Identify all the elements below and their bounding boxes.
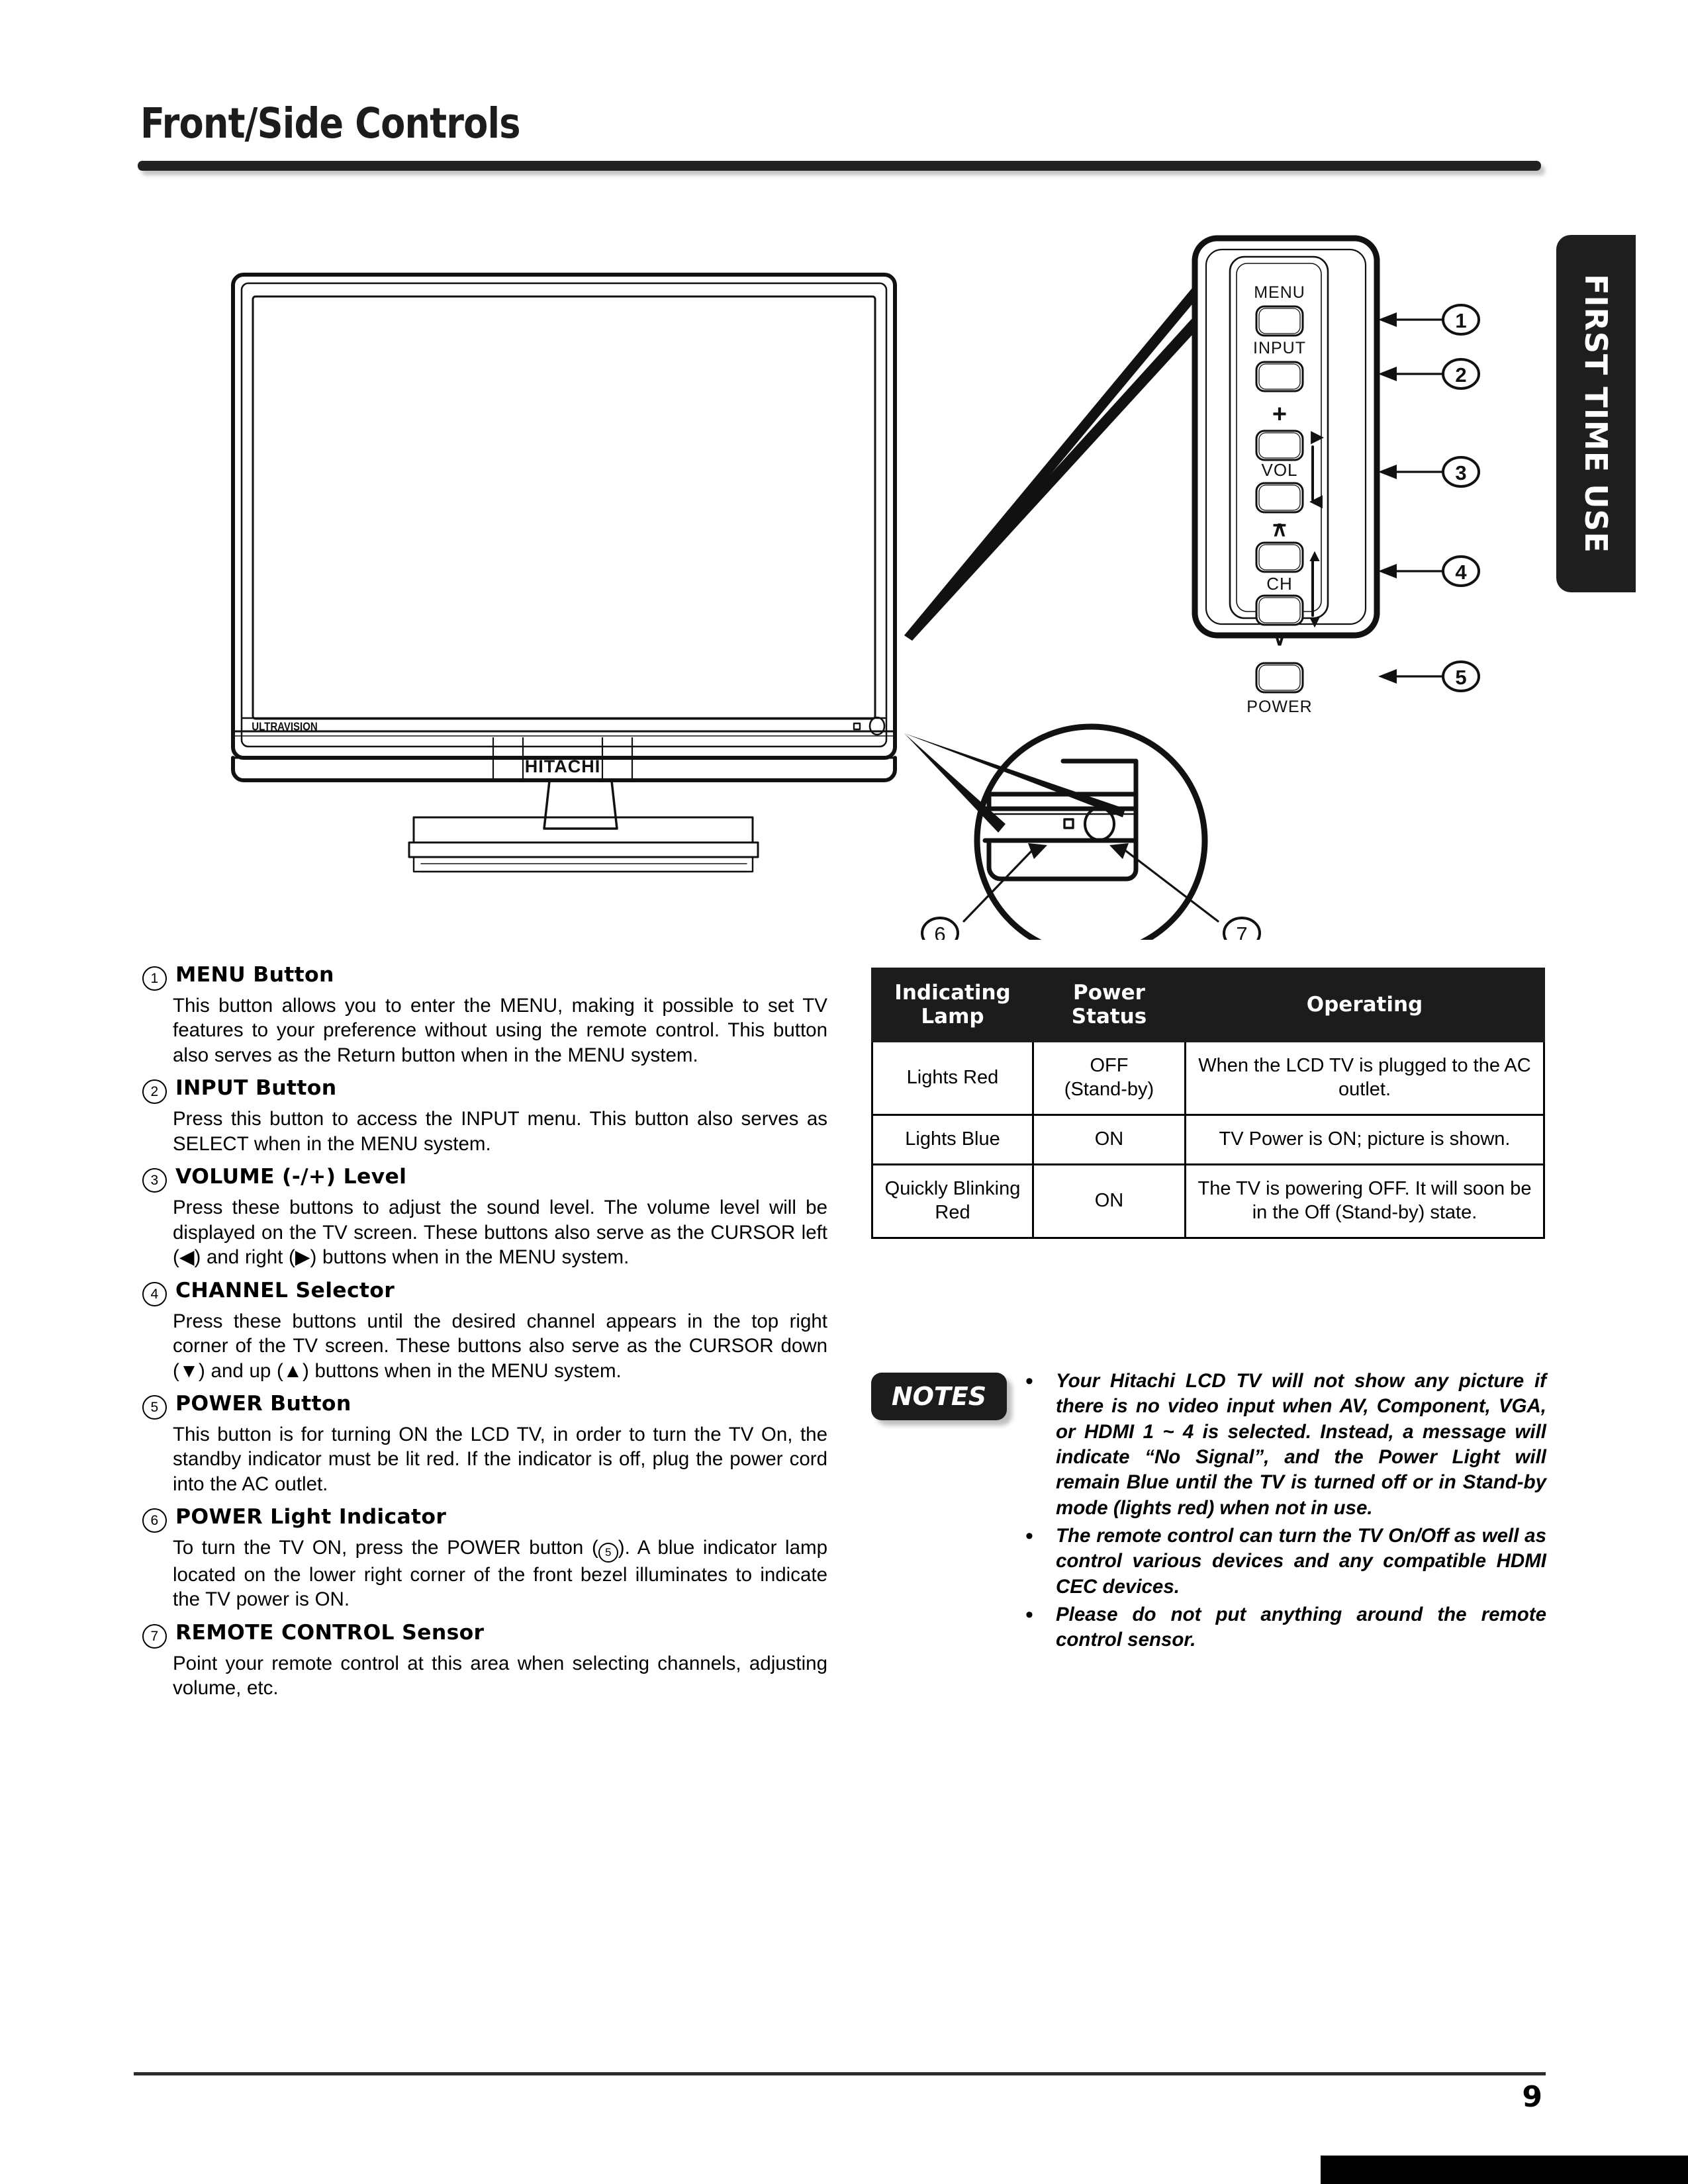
panel-label-input: INPUT — [1253, 339, 1306, 357]
notes-badge: NOTES — [871, 1373, 1007, 1420]
control-title-6: POWER Light Indicator — [175, 1505, 447, 1529]
callout-7: 7 — [1236, 923, 1247, 940]
control-title-4: CHANNEL Selector — [175, 1278, 395, 1302]
control-body-6: To turn the TV ON, press the POWER butto… — [173, 1535, 827, 1612]
table-header-power-status: Power Status — [1032, 967, 1186, 1043]
control-heading-row: 4 CHANNEL Selector — [142, 1279, 827, 1306]
control-heading-row: 3 VOLUME (-/+) Level — [142, 1165, 827, 1193]
control-body-1: This button allows you to enter the MENU… — [173, 995, 827, 1066]
callout-2: 2 — [1455, 363, 1466, 387]
page-title: Front/Side Controls — [140, 99, 520, 148]
power-status-table: Indicating Lamp Power Status Operating L… — [871, 967, 1545, 1240]
cell-lamp: Lights Blue — [871, 1114, 1034, 1166]
control-number-6: 6 — [142, 1508, 167, 1533]
table-header-row: Indicating Lamp Power Status Operating — [871, 967, 1545, 1043]
control-number-4: 4 — [142, 1281, 167, 1306]
note-bullet-icon: • — [1025, 1524, 1033, 1549]
cell-operating: When the LCD TV is plugged to the AC out… — [1184, 1040, 1545, 1116]
cell-lamp: Quickly Blinking Red — [871, 1163, 1034, 1240]
panel-label-vol-plus: + — [1272, 400, 1287, 428]
panel-label-vol: VOL — [1261, 460, 1297, 480]
control-body-5: This button is for turning ON the LCD TV… — [173, 1423, 827, 1495]
note-bullet-icon: • — [1025, 1369, 1033, 1394]
control-title-3: VOLUME (-/+) Level — [175, 1165, 407, 1189]
panel-label-ch-up: ∧ — [1272, 517, 1287, 541]
cell-status: ON — [1032, 1163, 1186, 1240]
note-text: The remote control can turn the TV On/Of… — [1056, 1525, 1546, 1598]
tv-sub-logo: ULTRAVISION — [252, 721, 317, 733]
control-title-5: POWER Button — [175, 1391, 352, 1416]
cell-operating: TV Power is ON; picture is shown. — [1184, 1114, 1545, 1166]
control-title-1: MENU Button — [175, 963, 334, 987]
control-entry-input: 2 INPUT Button Press this button to acce… — [142, 1076, 827, 1156]
control-number-5: 5 — [142, 1394, 167, 1420]
panel-label-ch-down: ∨ — [1272, 626, 1287, 650]
control-number-2: 2 — [142, 1079, 167, 1105]
cell-operating: The TV is powering OFF. It will soon be … — [1184, 1163, 1545, 1240]
cell-status: OFF (Stand-by) — [1032, 1040, 1186, 1116]
control-number-3: 3 — [142, 1168, 167, 1193]
table-row: Lights Blue ON TV Power is ON; picture i… — [871, 1114, 1545, 1166]
control-entry-menu: 1 MENU Button This button allows you to … — [142, 963, 827, 1068]
table-row: Lights Red OFF (Stand-by) When the LCD T… — [871, 1040, 1545, 1116]
callout-4: 4 — [1455, 561, 1467, 584]
panel-label-menu: MENU — [1254, 283, 1305, 302]
control-title-7: REMOTE CONTROL Sensor — [175, 1620, 485, 1645]
control-heading-row: 7 REMOTE CONTROL Sensor — [142, 1621, 827, 1649]
control-entry-power: 5 POWER Button This button is for turnin… — [142, 1392, 827, 1496]
control-heading-row: 1 MENU Button — [142, 963, 827, 991]
bottom-edge-bar — [1321, 2156, 1688, 2184]
table-header-operating: Operating — [1184, 967, 1545, 1043]
tv-brand-logo: HITACHI — [525, 756, 601, 776]
control-body-6-part-a: To turn the TV ON, press the POWER butto… — [173, 1537, 598, 1559]
control-entry-remote-sensor: 7 REMOTE CONTROL Sensor Point your remot… — [142, 1621, 827, 1701]
controls-description-list: 1 MENU Button This button allows you to … — [142, 963, 827, 1709]
vol-arrow-right-icon: ▶ — [1311, 426, 1324, 446]
table-header-indicating-lamp: Indicating Lamp — [871, 967, 1034, 1043]
control-body-3: Press these buttons to adjust the sound … — [173, 1197, 827, 1269]
control-body-4: Press these buttons until the desired ch… — [173, 1310, 827, 1382]
note-item: • Your Hitachi LCD TV will not show any … — [1025, 1369, 1546, 1521]
control-entry-volume: 3 VOLUME (-/+) Level Press these buttons… — [142, 1165, 827, 1269]
vol-arrow-left-icon: ◀ — [1309, 490, 1323, 510]
control-entry-channel: 4 CHANNEL Selector Press these buttons u… — [142, 1279, 827, 1383]
cell-lamp: Lights Red — [871, 1040, 1034, 1116]
control-entry-power-light: 6 POWER Light Indicator To turn the TV O… — [142, 1505, 827, 1612]
note-item: • The remote control can turn the TV On/… — [1025, 1524, 1546, 1600]
ch-arrow-down-icon: ▼ — [1306, 612, 1323, 631]
control-body-7: Point your remote control at this area w… — [173, 1652, 827, 1700]
panel-label-ch: CH — [1266, 574, 1293, 594]
note-item: • Please do not put anything around the … — [1025, 1602, 1546, 1653]
footer-rule — [134, 2072, 1546, 2075]
cell-status: ON — [1032, 1114, 1186, 1166]
title-underline-rule — [138, 161, 1541, 171]
callout-3: 3 — [1455, 461, 1466, 484]
note-bullet-icon: • — [1025, 1602, 1033, 1628]
callout-5: 5 — [1455, 666, 1466, 689]
note-text: Your Hitachi LCD TV will not show any pi… — [1056, 1370, 1546, 1519]
control-heading-row: 6 POWER Light Indicator — [142, 1505, 827, 1533]
note-text: Please do not put anything around the re… — [1056, 1604, 1546, 1651]
callout-6: 6 — [934, 923, 945, 940]
control-title-2: INPUT Button — [175, 1076, 337, 1101]
ch-arrow-up-icon: ▲ — [1306, 545, 1323, 565]
control-number-1: 1 — [142, 966, 167, 991]
control-heading-row: 5 POWER Button — [142, 1392, 827, 1420]
panel-label-power: POWER — [1246, 698, 1312, 716]
notes-list: • Your Hitachi LCD TV will not show any … — [1025, 1369, 1546, 1656]
table-row: Quickly Blinking Red ON The TV is poweri… — [871, 1163, 1545, 1240]
notes-section: NOTES • Your Hitachi LCD TV will not sho… — [871, 1369, 1546, 1656]
callout-1: 1 — [1455, 309, 1466, 332]
front-side-controls-illustration: MENU INPUT + VOL – ∧ CH ∨ POWER ▶ ◀ ▲ ▼ … — [0, 179, 1688, 940]
control-number-7: 7 — [142, 1623, 167, 1649]
inline-callout-ref-5: 5 — [598, 1542, 618, 1563]
control-heading-row: 2 INPUT Button — [142, 1076, 827, 1105]
control-body-2: Press this button to access the INPUT me… — [173, 1108, 827, 1155]
page-number: 9 — [1522, 2080, 1542, 2114]
